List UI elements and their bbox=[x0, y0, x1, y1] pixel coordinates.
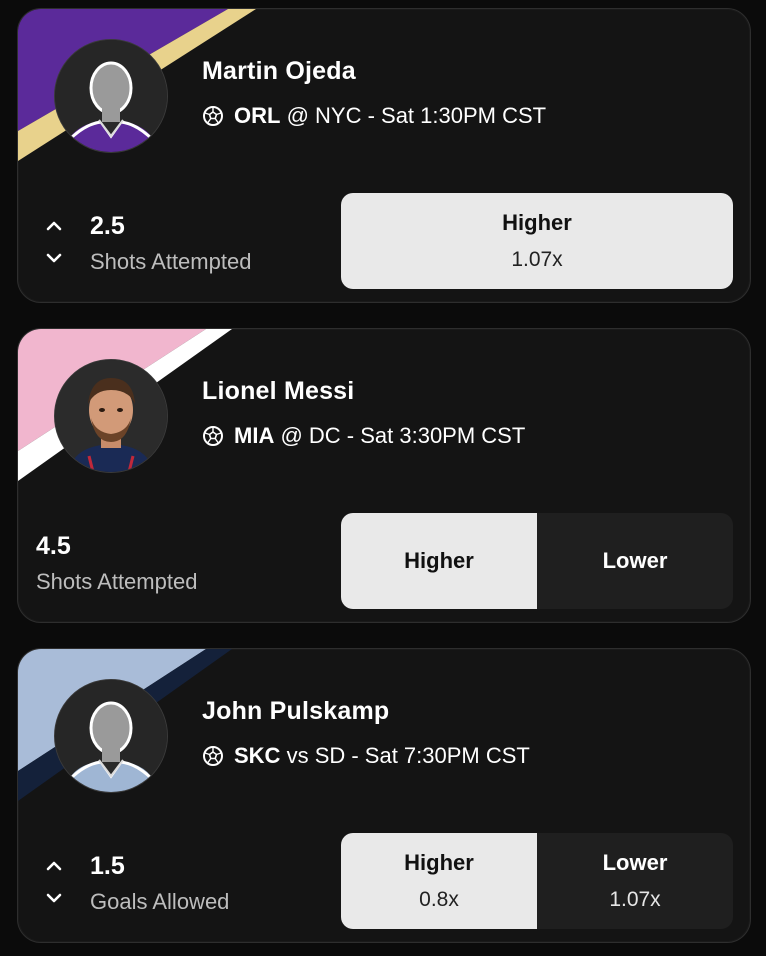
player-name: Martin Ojeda bbox=[202, 57, 356, 85]
lower-label: Lower bbox=[602, 548, 668, 573]
matchup-details: vs SD - Sat 7:30PM CST bbox=[286, 743, 530, 768]
higher-label: Higher bbox=[404, 850, 474, 875]
pick-options: Higher 0.8x Lower 1.07x bbox=[341, 833, 733, 929]
higher-button[interactable]: Higher bbox=[341, 513, 537, 609]
stat-line-value: 1.5 bbox=[90, 852, 125, 880]
soccer-ball-icon bbox=[203, 746, 223, 766]
higher-button[interactable]: Higher 1.07x bbox=[341, 193, 733, 289]
stat-type-label: Goals Allowed bbox=[90, 889, 230, 914]
chevron-down-icon[interactable] bbox=[44, 248, 64, 268]
matchup-info: MIA @ DC - Sat 3:30PM CST bbox=[202, 423, 525, 449]
player-name: John Pulskamp bbox=[202, 697, 390, 725]
pick-options: Higher Lower bbox=[341, 513, 733, 609]
player-avatar bbox=[54, 359, 168, 473]
stat-line-value: 2.5 bbox=[90, 212, 125, 240]
player-avatar bbox=[54, 679, 168, 793]
team-abbrev: SKC bbox=[234, 743, 281, 768]
player-card-martin-ojeda: Martin Ojeda ORL @ NYC - Sat 1:30PM CST … bbox=[17, 8, 751, 303]
player-name: Lionel Messi bbox=[202, 377, 355, 405]
higher-label: Higher bbox=[404, 548, 474, 573]
lower-button[interactable]: Lower bbox=[537, 513, 733, 609]
stat-toggle[interactable] bbox=[44, 856, 64, 912]
lower-label: Lower bbox=[602, 850, 668, 875]
team-abbrev: MIA bbox=[234, 423, 275, 448]
higher-label: Higher bbox=[502, 210, 572, 235]
higher-multiplier: 0.8x bbox=[419, 888, 459, 911]
team-abbrev: ORL bbox=[234, 103, 281, 128]
matchup-details: @ DC - Sat 3:30PM CST bbox=[280, 423, 526, 448]
higher-button[interactable]: Higher 0.8x bbox=[341, 833, 537, 929]
lower-button[interactable]: Lower 1.07x bbox=[537, 833, 733, 929]
chevron-up-icon[interactable] bbox=[44, 856, 64, 876]
chevron-up-icon[interactable] bbox=[44, 216, 64, 236]
stat-type-label: Shots Attempted bbox=[90, 249, 252, 274]
higher-multiplier: 1.07x bbox=[511, 248, 563, 271]
chevron-down-icon[interactable] bbox=[44, 888, 64, 908]
matchup-details: @ NYC - Sat 1:30PM CST bbox=[286, 103, 547, 128]
matchup-info: SKC vs SD - Sat 7:30PM CST bbox=[202, 743, 530, 769]
stat-type-label: Shots Attempted bbox=[36, 569, 198, 594]
stat-toggle[interactable] bbox=[44, 216, 64, 272]
lower-multiplier: 1.07x bbox=[609, 888, 661, 911]
soccer-ball-icon bbox=[203, 426, 223, 446]
soccer-ball-icon bbox=[203, 106, 223, 126]
stat-line-value: 4.5 bbox=[36, 532, 71, 560]
pick-options: Higher 1.07x bbox=[341, 193, 733, 289]
player-avatar bbox=[54, 39, 168, 153]
matchup-info: ORL @ NYC - Sat 1:30PM CST bbox=[202, 103, 546, 129]
player-card-john-pulskamp: John Pulskamp SKC vs SD - Sat 7:30PM CST… bbox=[17, 648, 751, 943]
player-card-lionel-messi: Lionel Messi MIA @ DC - Sat 3:30PM CST 4… bbox=[17, 328, 751, 623]
